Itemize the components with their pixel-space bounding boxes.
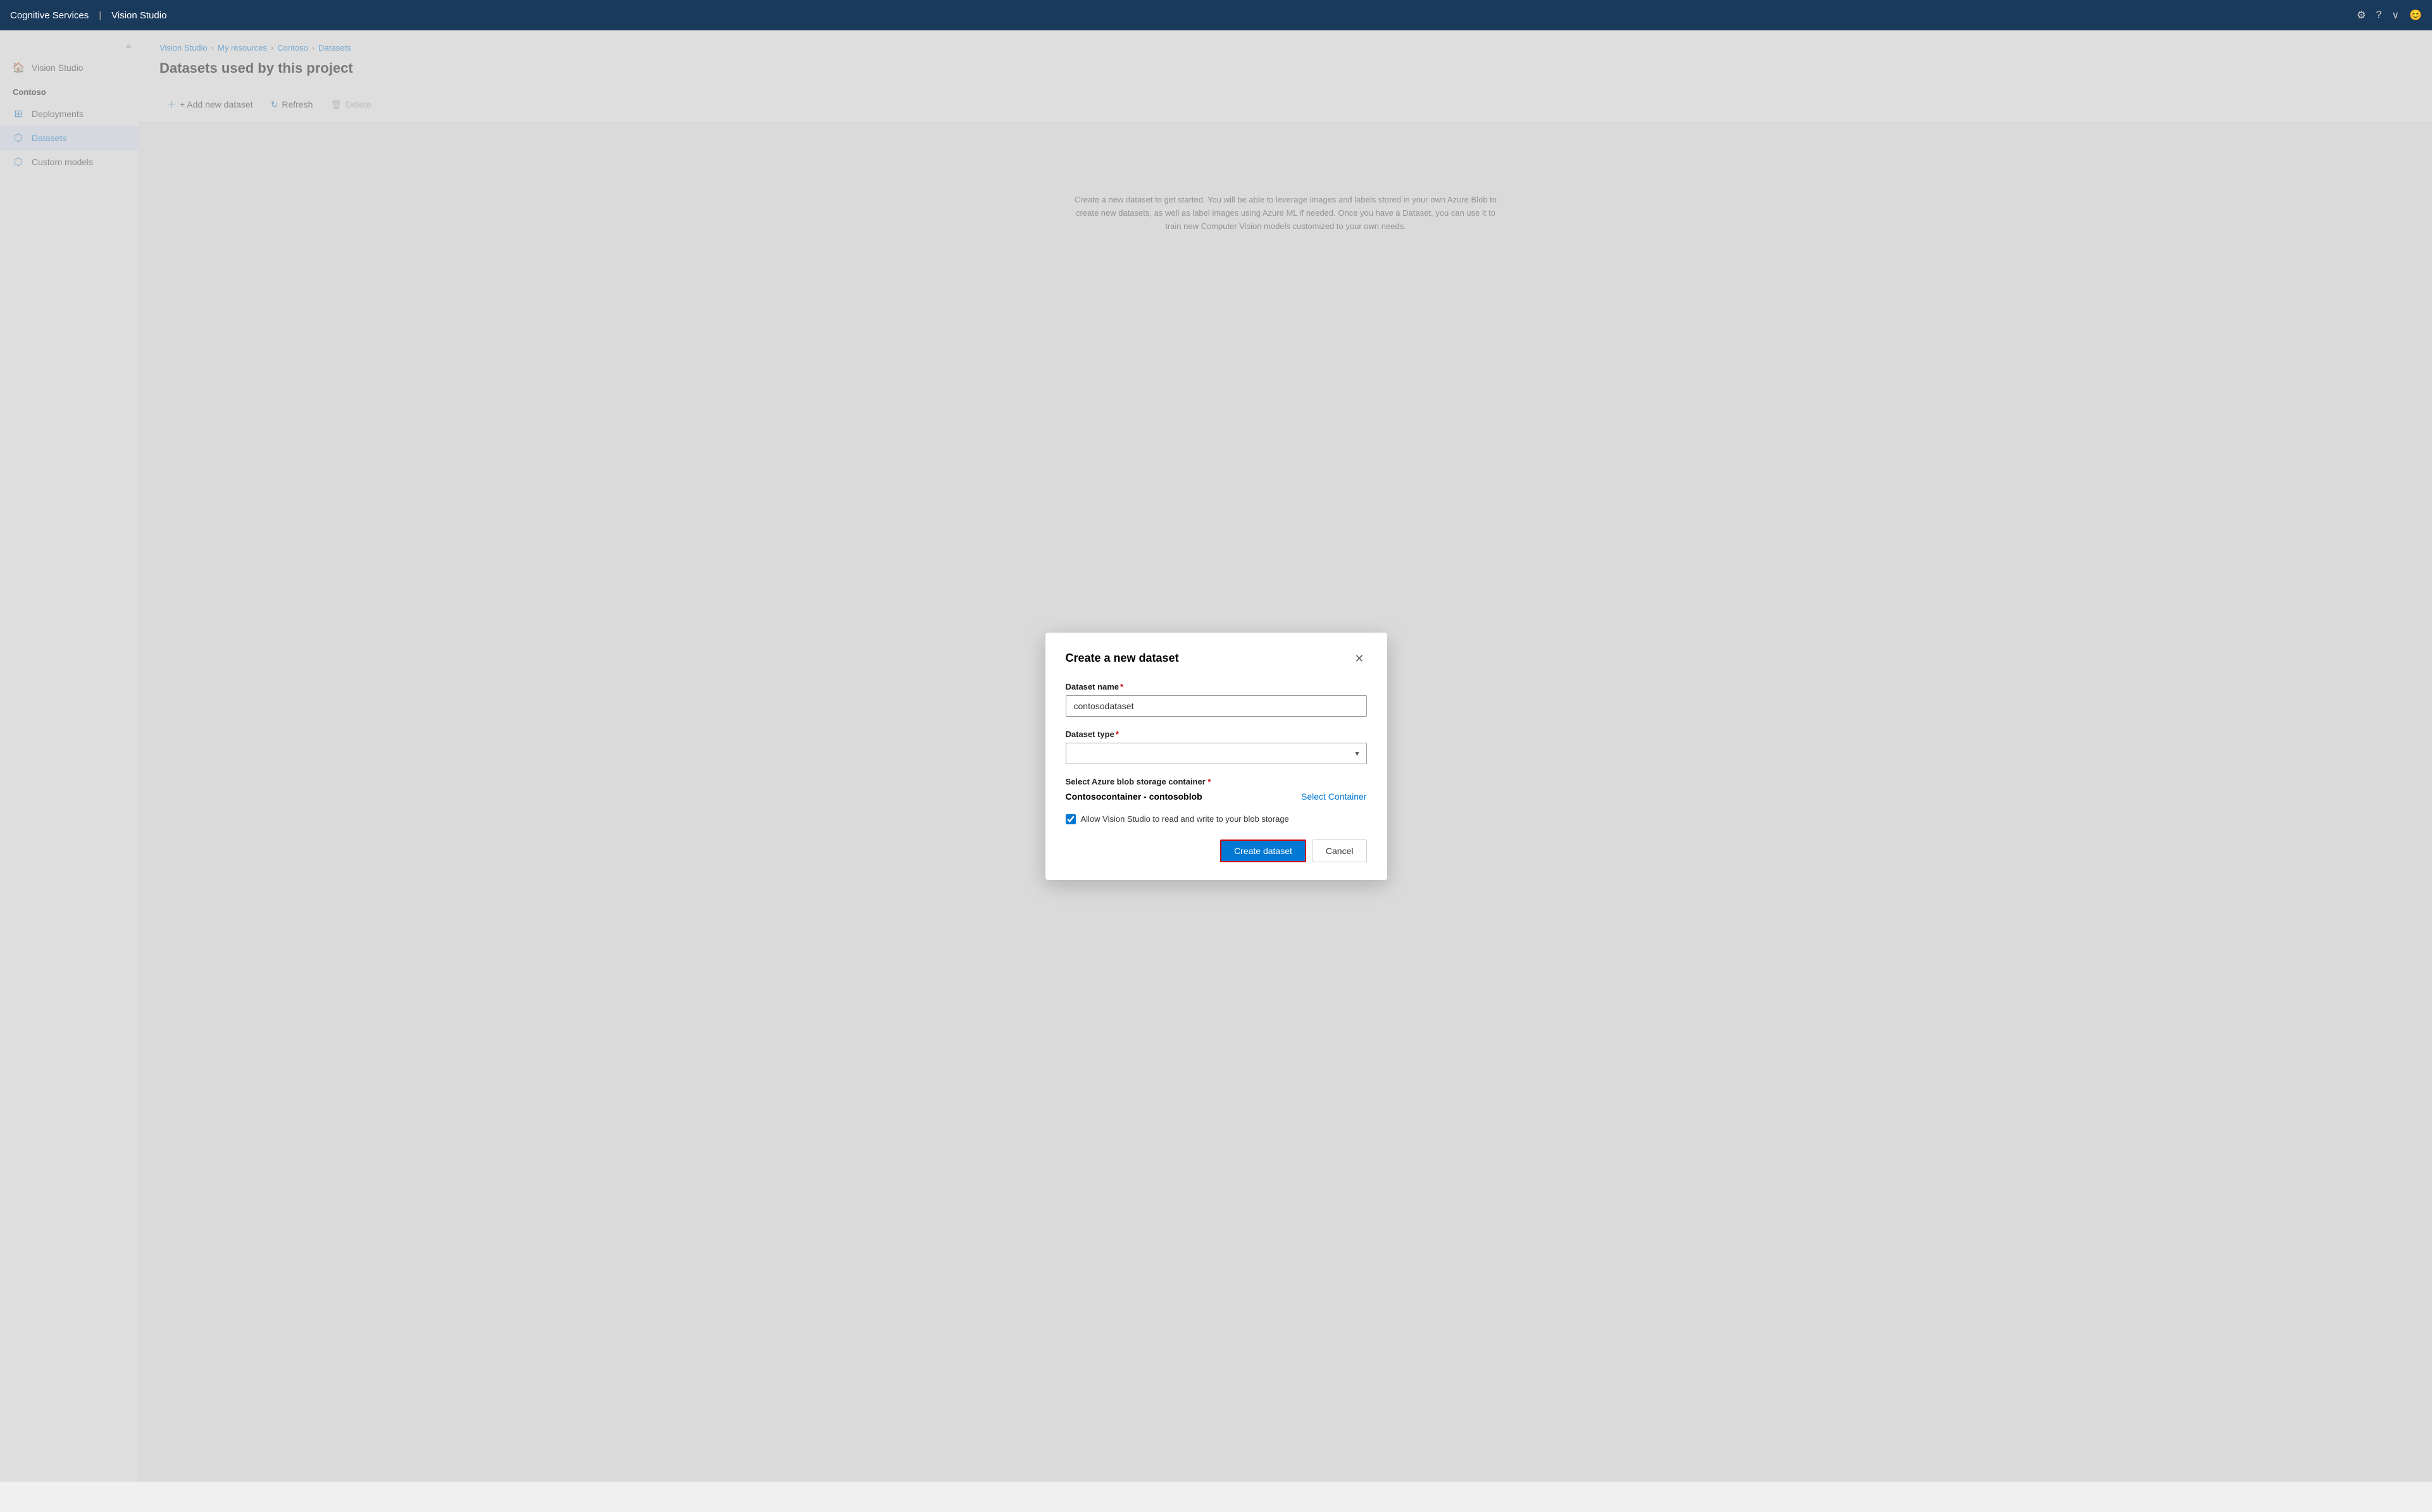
- dataset-type-select[interactable]: [1066, 743, 1367, 764]
- user-icon[interactable]: 😊: [2409, 9, 2422, 22]
- topnav-actions: ⚙ ? ∨ 😊: [2357, 9, 2422, 22]
- storage-container-name: Contosocontainer - contosoblob: [1066, 791, 1202, 802]
- app-name-label: Vision Studio: [111, 10, 166, 21]
- blob-permission-label: Allow Vision Studio to read and write to…: [1081, 814, 1289, 824]
- dataset-name-input[interactable]: [1066, 695, 1367, 717]
- modal-footer: Create dataset Cancel: [1066, 840, 1367, 862]
- cancel-button[interactable]: Cancel: [1313, 840, 1367, 862]
- blob-permission-checkbox[interactable]: [1066, 814, 1076, 824]
- storage-row: Contosocontainer - contosoblob Select Co…: [1066, 791, 1367, 802]
- top-navigation: Cognitive Services | Vision Studio ⚙ ? ∨…: [0, 0, 2432, 30]
- permission-checkbox-row: Allow Vision Studio to read and write to…: [1066, 814, 1367, 824]
- settings-icon[interactable]: ⚙: [2357, 9, 2366, 22]
- dataset-type-group: Dataset type* ▾: [1066, 729, 1367, 764]
- modal-title: Create a new dataset: [1066, 652, 1179, 665]
- required-star-type: *: [1116, 729, 1119, 739]
- create-dataset-modal: Create a new dataset ✕ Dataset name* Dat…: [1045, 633, 1387, 880]
- dataset-type-label: Dataset type*: [1066, 729, 1367, 739]
- storage-label: Select Azure blob storage container *: [1066, 777, 1367, 786]
- cognitive-services-label: Cognitive Services: [10, 10, 89, 21]
- topnav-brand: Cognitive Services | Vision Studio: [10, 10, 166, 21]
- required-star-storage: *: [1207, 777, 1211, 786]
- modal-close-button[interactable]: ✕: [1352, 650, 1366, 667]
- chevron-down-icon[interactable]: ∨: [2391, 9, 2399, 22]
- required-star: *: [1120, 682, 1123, 691]
- select-container-link[interactable]: Select Container: [1301, 791, 1367, 802]
- dataset-name-label: Dataset name*: [1066, 682, 1367, 691]
- storage-container-group: Select Azure blob storage container * Co…: [1066, 777, 1367, 802]
- help-icon[interactable]: ?: [2376, 9, 2381, 21]
- create-dataset-button[interactable]: Create dataset: [1220, 840, 1306, 862]
- modal-header: Create a new dataset ✕: [1066, 650, 1367, 667]
- topnav-divider: |: [99, 10, 101, 21]
- dataset-name-group: Dataset name*: [1066, 682, 1367, 717]
- dataset-type-select-wrapper: ▾: [1066, 743, 1367, 764]
- modal-overlay: Create a new dataset ✕ Dataset name* Dat…: [0, 30, 2432, 1482]
